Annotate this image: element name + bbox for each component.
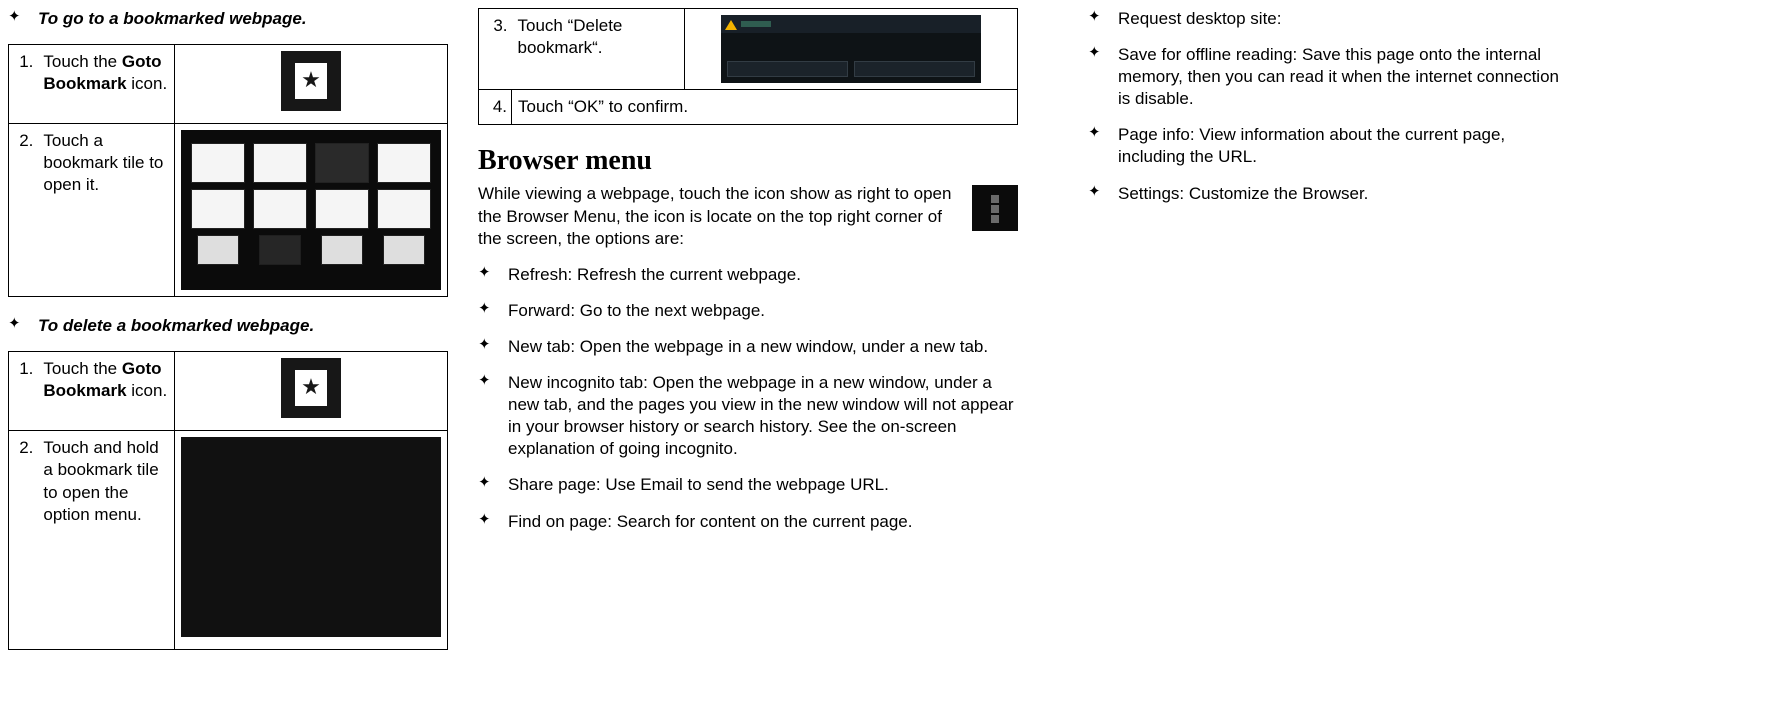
heading-browser-menu: Browser menu [478,143,1018,179]
bullet-icon: ✦ [478,474,508,496]
image-cell [684,9,1018,90]
image-cell [175,431,448,650]
menu-item: Settings: Customize the Browser. [1118,183,1568,205]
bullet-icon: ✦ [1088,183,1118,205]
menu-item: Request desktop site: [1118,8,1568,30]
bullet-icon: ✦ [478,336,508,358]
image-cell [175,124,448,297]
step-number: 1. [9,352,38,431]
bullet-icon: ✦ [478,300,508,322]
image-cell [175,45,448,124]
step-text: Touch the Goto Bookmark icon. [37,45,174,124]
step-text: Touch a bookmark tile to open it. [37,124,174,297]
heading-go-bookmark: To go to a bookmarked webpage. [38,8,448,30]
delete-dialog-screenshot [721,15,981,83]
step-number: 4. [479,90,512,125]
step-number: 3. [479,9,512,90]
menu-item: New incognito tab: Open the webpage in a… [508,372,1018,460]
menu-item: New tab: Open the webpage in a new windo… [508,336,1018,358]
bullet-icon: ✦ [8,315,38,337]
step-number: 2. [9,431,38,650]
step-text: Touch “Delete bookmark“. [512,9,685,90]
menu-item: Refresh: Refresh the current webpage. [508,264,1018,286]
table-delete-bookmark-cont: 3. Touch “Delete bookmark“. 4. Touch “OK… [478,8,1018,125]
step-text: Touch and hold a bookmark tile to open t… [37,431,174,650]
bullet-icon: ✦ [478,511,508,533]
bookmark-tiles-screenshot [181,130,441,290]
goto-bookmark-icon [281,358,341,418]
bullet-icon: ✦ [478,264,508,286]
step-number: 2. [9,124,38,297]
table-go-bookmark: 1. Touch the Goto Bookmark icon. 2. Touc… [8,44,448,297]
bullet-icon: ✦ [1088,8,1118,30]
menu-item: Page info: View information about the cu… [1118,124,1568,168]
overflow-menu-icon [972,185,1018,231]
bullet-icon: ✦ [8,8,38,30]
step-text: Touch the Goto Bookmark icon. [37,352,174,431]
bullet-icon: ✦ [1088,44,1118,110]
browser-menu-intro: While viewing a webpage, touch the icon … [478,183,962,249]
menu-item: Share page: Use Email to send the webpag… [508,474,1018,496]
context-menu-screenshot [181,437,441,637]
step-text: Touch “OK” to confirm. [512,90,1018,125]
menu-item: Forward: Go to the next webpage. [508,300,1018,322]
heading-delete-bookmark: To delete a bookmarked webpage. [38,315,448,337]
bullet-icon: ✦ [478,372,508,460]
bullet-icon: ✦ [1088,124,1118,168]
goto-bookmark-icon [281,51,341,111]
table-delete-bookmark: 1. Touch the Goto Bookmark icon. 2. Touc… [8,351,448,650]
step-number: 1. [9,45,38,124]
menu-item: Save for offline reading: Save this page… [1118,44,1568,110]
menu-item: Find on page: Search for content on the … [508,511,1018,533]
image-cell [175,352,448,431]
